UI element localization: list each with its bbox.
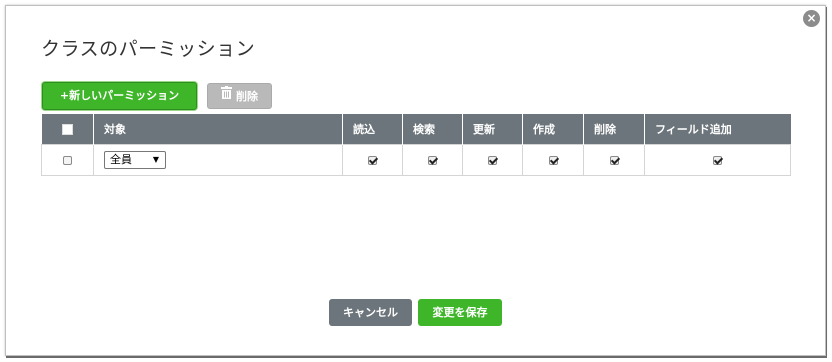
save-changes-button[interactable]: 変更を保存 bbox=[418, 299, 502, 326]
search-cell bbox=[402, 143, 463, 176]
delete-button-label: 削除 bbox=[236, 90, 258, 103]
target-select-value: 全員 bbox=[110, 152, 132, 166]
trash-icon bbox=[221, 83, 232, 109]
select-all-header bbox=[41, 114, 94, 144]
permission-table: 対象 読込 検索 更新 作成 削除 フィールド追加 全員 ▼ bbox=[41, 114, 791, 176]
create-checkbox[interactable] bbox=[548, 155, 558, 165]
select-all-checkbox[interactable] bbox=[61, 123, 73, 135]
column-header-add-field: フィールド追加 bbox=[644, 114, 791, 144]
close-icon[interactable]: × bbox=[803, 10, 820, 27]
add-permission-button[interactable]: +新しいパーミッション bbox=[42, 82, 197, 110]
add-field-cell bbox=[644, 143, 791, 176]
add-field-checkbox[interactable] bbox=[713, 155, 722, 165]
table-row: 全員 ▼ bbox=[41, 143, 791, 176]
update-cell bbox=[462, 143, 523, 176]
column-header-read: 読込 bbox=[342, 114, 403, 144]
delete-checkbox[interactable] bbox=[609, 155, 619, 165]
search-checkbox[interactable] bbox=[428, 155, 437, 165]
table-header-row: 対象 読込 検索 更新 作成 削除 フィールド追加 bbox=[41, 114, 791, 144]
update-checkbox[interactable] bbox=[488, 155, 497, 165]
read-cell bbox=[342, 143, 403, 176]
column-header-target: 対象 bbox=[93, 114, 343, 144]
create-cell bbox=[522, 143, 584, 176]
dropdown-arrow-icon: ▼ bbox=[152, 154, 159, 164]
column-header-update: 更新 bbox=[462, 114, 523, 144]
column-header-delete: 削除 bbox=[583, 114, 645, 144]
target-cell: 全員 ▼ bbox=[93, 143, 343, 176]
row-select-checkbox[interactable] bbox=[63, 155, 72, 165]
delete-cell bbox=[583, 143, 645, 176]
cancel-button[interactable]: キャンセル bbox=[329, 299, 412, 326]
row-select-cell bbox=[41, 143, 94, 176]
column-header-search: 検索 bbox=[402, 114, 463, 144]
column-header-create: 作成 bbox=[522, 114, 584, 144]
target-select[interactable]: 全員 ▼ bbox=[104, 150, 166, 169]
read-checkbox[interactable] bbox=[368, 155, 377, 165]
delete-button[interactable]: 削除 bbox=[207, 83, 272, 109]
dialog-title: クラスのパーミッション bbox=[41, 38, 256, 60]
